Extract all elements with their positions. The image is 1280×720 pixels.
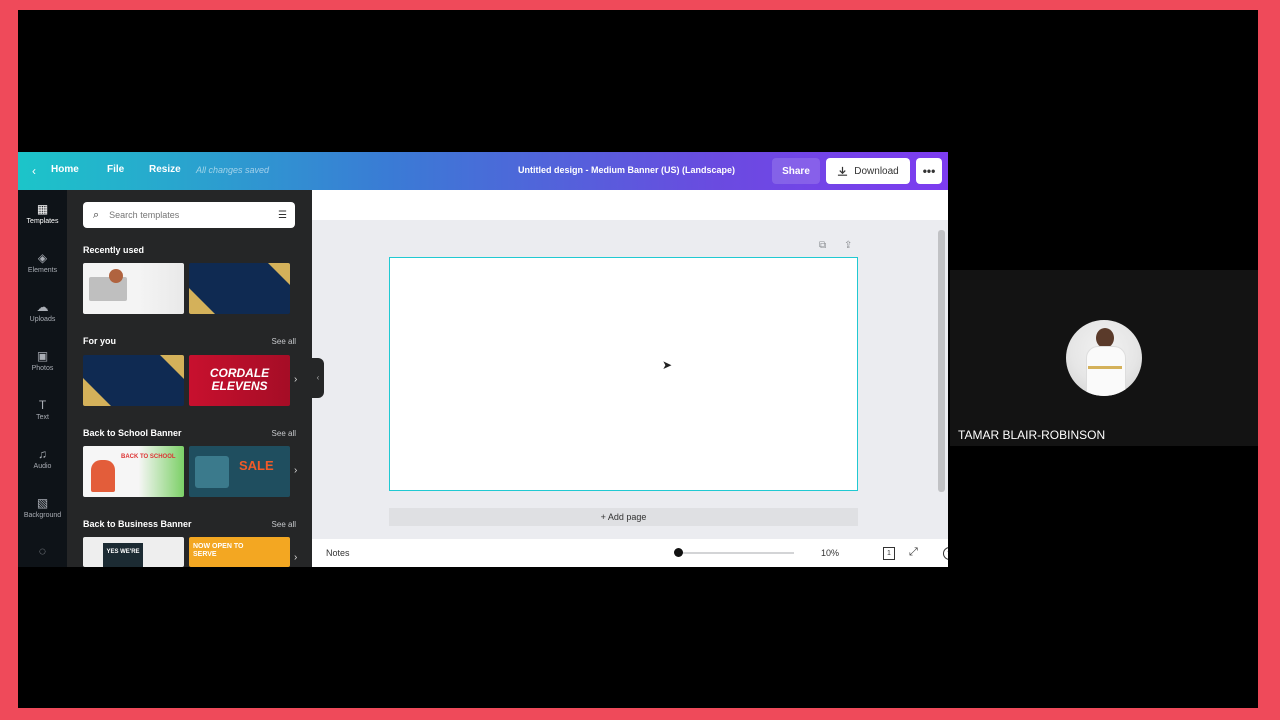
template-text: BACK TO SCHOOL xyxy=(121,454,176,460)
see-all-link[interactable]: See all xyxy=(272,337,296,346)
chevron-right-icon[interactable]: › xyxy=(294,552,297,563)
top-bar: ‹ Home File Resize All changes saved Unt… xyxy=(18,152,948,190)
share-button[interactable]: Share xyxy=(772,158,820,184)
laptop-image xyxy=(89,277,127,301)
filter-icon[interactable]: ☰ xyxy=(278,210,287,221)
rail-label: Text xyxy=(36,414,49,421)
gold-accent xyxy=(268,263,290,285)
template-thumb[interactable] xyxy=(189,263,290,314)
search-box[interactable]: ⌕ ☰ xyxy=(83,202,295,228)
rail-item-text[interactable]: T Text xyxy=(18,398,67,421)
editor-scrollbar[interactable] xyxy=(938,230,945,492)
student-image xyxy=(91,460,115,492)
chevron-right-icon[interactable]: › xyxy=(294,374,297,385)
zoom-slider-handle[interactable] xyxy=(674,548,683,557)
more-apps-icon: ◌ xyxy=(38,544,47,558)
rail-label: Background xyxy=(23,512,62,519)
avatar xyxy=(1066,320,1142,396)
notes-button[interactable]: Notes xyxy=(326,548,350,558)
section-title-for-you: For you xyxy=(83,336,116,346)
more-options-button[interactable]: ••• xyxy=(916,158,942,184)
section-title-recently-used: Recently used xyxy=(83,245,145,255)
section-title-back-to-school: Back to School Banner xyxy=(83,428,182,438)
design-title[interactable]: Untitled design - Medium Banner (US) (La… xyxy=(518,165,735,175)
participant-name: TAMAR BLAIR-ROBINSON xyxy=(958,428,1106,442)
sign-image xyxy=(103,543,143,567)
avatar-belt xyxy=(1088,366,1122,369)
audio-icon: ♫ xyxy=(38,447,47,461)
home-button[interactable]: Home xyxy=(51,164,79,175)
download-label: Download xyxy=(854,165,899,177)
add-page-icon[interactable]: ⇪ xyxy=(844,240,852,251)
save-status: All changes saved xyxy=(196,165,270,175)
rail-item-templates[interactable]: ▦ Templates xyxy=(18,202,67,225)
person-image xyxy=(109,269,123,283)
download-button[interactable]: Download xyxy=(826,158,910,184)
resize-button[interactable]: Resize xyxy=(149,164,181,175)
design-canvas[interactable] xyxy=(389,257,858,491)
template-thumb[interactable] xyxy=(83,263,184,314)
fullscreen-icon[interactable]: ⤢ xyxy=(909,546,918,559)
search-icon: ⌕ xyxy=(93,208,100,221)
search-input[interactable] xyxy=(107,209,262,221)
participant-tile: TAMAR BLAIR-ROBINSON xyxy=(950,270,1258,446)
file-menu-button[interactable]: File xyxy=(107,164,124,175)
template-text: NOW OPEN TO SERVE xyxy=(193,543,244,558)
rail-item-background[interactable]: ▧ Background xyxy=(18,496,67,519)
see-all-link[interactable]: See all xyxy=(272,429,296,438)
zoom-slider[interactable] xyxy=(678,552,794,554)
back-chevron-icon[interactable]: ‹ xyxy=(32,164,44,178)
avatar-body xyxy=(1086,346,1126,396)
see-all-link[interactable]: See all xyxy=(272,520,296,529)
duplicate-page-icon[interactable]: ⧉ xyxy=(819,240,826,251)
template-thumb[interactable]: SALE xyxy=(189,446,290,497)
uploads-icon: ☁ xyxy=(36,300,49,314)
template-text: YES WE'RE xyxy=(106,549,140,555)
editor-toolbar xyxy=(312,190,948,220)
gold-accent xyxy=(189,288,215,314)
template-thumb[interactable]: BACK TO SCHOOL xyxy=(83,446,184,497)
rail-item-uploads[interactable]: ☁ Uploads xyxy=(18,300,67,323)
cursor-icon: ➤ xyxy=(662,358,673,372)
gold-accent xyxy=(160,355,184,379)
background-icon: ▧ xyxy=(36,496,49,510)
rail-label: Uploads xyxy=(29,316,56,323)
collapse-panel-button[interactable]: ‹ xyxy=(312,358,324,398)
canva-editor-window: ‹ Home File Resize All changes saved Unt… xyxy=(18,152,948,567)
gold-accent xyxy=(83,378,111,406)
template-text: CORDALE ELEVENS xyxy=(209,366,270,393)
template-thumb[interactable]: YES WE'RE xyxy=(83,537,184,567)
template-thumb[interactable] xyxy=(83,355,184,406)
templates-panel: ⌕ ☰ Recently used For you See all CORDAL… xyxy=(67,190,312,567)
template-thumb[interactable]: CORDALE ELEVENS xyxy=(189,355,290,406)
avatar-head xyxy=(1096,328,1114,348)
rail-label: Photos xyxy=(31,365,54,372)
rail-item-more[interactable]: ◌ xyxy=(18,544,67,560)
download-icon xyxy=(838,166,848,176)
page-count-button[interactable]: 1 xyxy=(883,547,895,560)
supplies-image xyxy=(195,456,229,488)
chevron-right-icon[interactable]: › xyxy=(294,465,297,476)
bottom-bar: Notes 10% 1 ⤢ ? xyxy=(312,539,948,567)
side-rail: ▦ Templates ◈ Elements ☁ Uploads ▣ Photos TT… xyxy=(18,190,67,567)
rail-item-elements[interactable]: ◈ Elements xyxy=(18,251,67,274)
rail-item-photos[interactable]: ▣ Photos xyxy=(18,349,67,372)
template-thumb[interactable]: NOW OPEN TO SERVE xyxy=(189,537,290,567)
help-button[interactable]: ? xyxy=(943,547,948,560)
rail-label: Elements xyxy=(27,267,58,274)
section-title-back-to-business: Back to Business Banner xyxy=(83,519,192,529)
text-icon: T xyxy=(38,398,47,412)
add-page-button[interactable]: + Add page xyxy=(389,508,858,526)
rail-label: Templates xyxy=(26,218,59,225)
zoom-level[interactable]: 10% xyxy=(821,548,839,558)
elements-icon: ◈ xyxy=(37,251,48,265)
photos-icon: ▣ xyxy=(36,349,49,363)
template-text: SALE xyxy=(239,458,274,473)
rail-label: Audio xyxy=(33,463,52,470)
rail-item-audio[interactable]: ♫ Audio xyxy=(18,447,67,470)
templates-icon: ▦ xyxy=(36,202,49,216)
editor-area: ⧉ ⇪ ➤ + Add page xyxy=(312,190,948,567)
